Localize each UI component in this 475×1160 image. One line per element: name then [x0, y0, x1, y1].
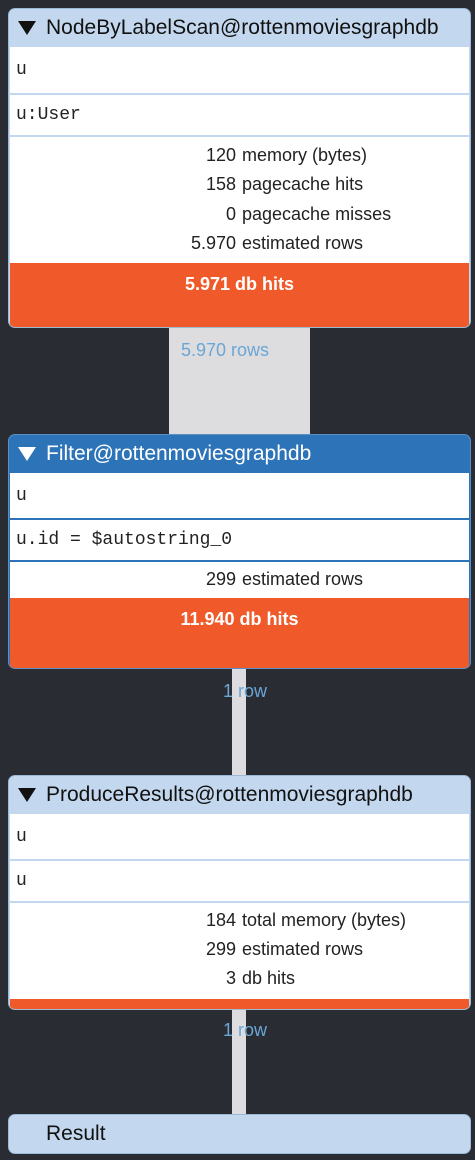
connector-label: 1 row	[223, 1020, 268, 1040]
operator-detail-row: u	[10, 861, 469, 901]
operator-title: ProduceResults@rottenmoviesgraphdb	[46, 783, 413, 806]
db-hits-bar: 5.971 db hits	[10, 263, 469, 327]
db-hits-bar	[10, 999, 469, 1009]
stat-pagecache-misses: 0 pagecache misses	[225, 204, 392, 224]
connector-label: 5.970 rows	[181, 340, 270, 360]
stat-estimated-rows: 299 estimated rows	[205, 569, 364, 589]
operator-header: Result	[9, 1115, 470, 1153]
connector-label: 1 row	[223, 681, 268, 701]
operator-node-by-label-scan[interactable]: NodeByLabelScan@rottenmoviesgraphdb u u:…	[8, 8, 471, 328]
operator-detail-row: u:User	[10, 95, 469, 135]
query-plan-canvas: NodeByLabelScan@rottenmoviesgraphdb u u:…	[0, 0, 475, 1160]
operator-filter[interactable]: Filter@rottenmoviesgraphdb u u.id = $aut…	[8, 434, 471, 669]
operator-header[interactable]: ProduceResults@rottenmoviesgraphdb	[9, 776, 470, 814]
operator-header[interactable]: Filter@rottenmoviesgraphdb	[9, 435, 470, 473]
stat-estimated-rows: 5.970 estimated rows	[190, 233, 364, 253]
stat-db-hits: 3 db hits	[225, 968, 296, 988]
operator-title: Filter@rottenmoviesgraphdb	[46, 442, 312, 465]
operator-identifier-row: u	[10, 47, 469, 93]
operator-stats: 120 memory (bytes) 158 pagecache hits 0 …	[10, 137, 469, 263]
operator-header[interactable]: NodeByLabelScan@rottenmoviesgraphdb	[9, 9, 470, 47]
stat-estimated-rows: 299 estimated rows	[205, 939, 364, 959]
db-hits-bar: 11.940 db hits	[10, 598, 469, 668]
collapse-triangle-icon[interactable]	[18, 788, 36, 802]
operator-result[interactable]: Result	[8, 1114, 471, 1154]
operator-produce-results[interactable]: ProduceResults@rottenmoviesgraphdb u u 1…	[8, 775, 471, 1010]
operator-title: NodeByLabelScan@rottenmoviesgraphdb	[46, 16, 439, 39]
collapse-triangle-icon[interactable]	[18, 447, 36, 461]
operator-identifier-row: u	[10, 473, 469, 518]
operator-detail-row: u.id = $autostring_0	[10, 520, 469, 560]
stat-memory: 120 memory (bytes)	[205, 145, 368, 165]
operator-title: Result	[46, 1122, 106, 1145]
db-hits-label: 5.971 db hits	[184, 274, 295, 294]
operator-identifier-row: u	[10, 814, 469, 859]
collapse-triangle-icon[interactable]	[18, 21, 36, 35]
operator-stats: 299 estimated rows	[10, 562, 469, 598]
stat-pagecache-hits: 158 pagecache hits	[205, 174, 364, 194]
db-hits-label: 11.940 db hits	[180, 609, 299, 629]
stat-total-memory: 184 total memory (bytes)	[205, 910, 407, 930]
operator-stats: 184 total memory (bytes) 299 estimated r…	[10, 903, 469, 999]
